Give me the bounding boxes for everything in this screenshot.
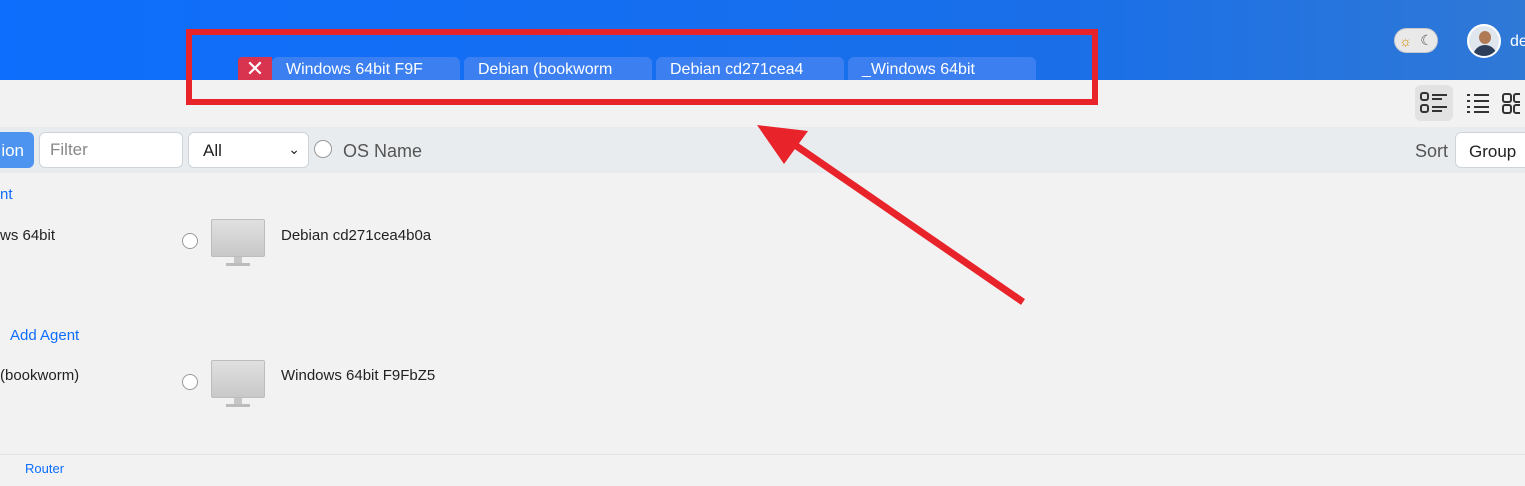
highlight-box [186,29,1098,105]
theme-toggle[interactable]: ☼ ☾ [1394,28,1438,53]
sun-icon: ☼ [1399,32,1412,49]
group-link[interactable]: nt [0,186,13,203]
filter-input[interactable] [39,132,183,168]
grid-view-icon[interactable] [1500,85,1525,121]
group-select[interactable]: Group [1455,132,1525,168]
chevron-down-icon: ⌄ [288,141,300,157]
agent-name[interactable]: Debian cd271cea4b0a [281,227,431,244]
user-name[interactable]: de [1510,33,1525,51]
router-link[interactable]: Router [25,461,64,476]
sort-label: Sort [1415,141,1449,161]
add-agent-link[interactable]: Add Agent [10,327,79,344]
divider [0,454,1525,455]
agent-select-radio[interactable] [182,233,198,249]
left-agent-name[interactable]: (bookworm) [0,367,79,384]
os-name-radio[interactable] [314,140,332,158]
moon-icon: ☾ [1420,32,1433,48]
agent-select-radio[interactable] [182,374,198,390]
action-button[interactable]: ion [0,132,34,168]
list-view-icon[interactable] [1459,85,1497,121]
os-name-label: OS Name [343,141,423,161]
agent-name[interactable]: Windows 64bit F9FbZ5 [281,367,435,384]
card-view-icon[interactable] [1415,85,1453,121]
avatar[interactable] [1467,24,1501,58]
monitor-icon [211,360,265,408]
os-select[interactable]: All ⌄ [188,132,309,168]
monitor-icon [211,219,265,267]
left-agent-name[interactable]: ws 64bit [0,227,55,244]
